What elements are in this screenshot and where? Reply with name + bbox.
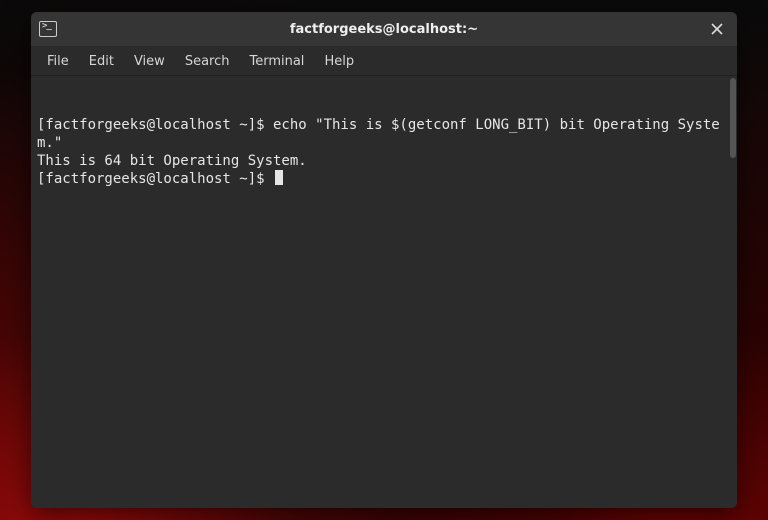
terminal-viewport[interactable]: [factforgeeks@localhost ~]$ echo "This i… [31, 76, 737, 508]
terminal-prompt-line: [factforgeeks@localhost ~]$ [37, 170, 731, 188]
menu-search[interactable]: Search [175, 50, 240, 73]
menu-view[interactable]: View [124, 50, 175, 73]
close-button[interactable] [697, 12, 737, 46]
scrollbar-thumb[interactable] [730, 78, 736, 158]
terminal-cursor [275, 170, 283, 185]
menu-file[interactable]: File [37, 50, 79, 73]
terminal-window: factforgeeks@localhost:~ File Edit View … [31, 12, 737, 508]
window-title: factforgeeks@localhost:~ [31, 22, 737, 37]
desktop-background: factforgeeks@localhost:~ File Edit View … [0, 0, 768, 520]
terminal-output-line: This is 64 bit Operating System. [37, 152, 731, 170]
menu-edit[interactable]: Edit [79, 50, 124, 73]
menu-help[interactable]: Help [314, 50, 364, 73]
terminal-prompt-line: [factforgeeks@localhost ~]$ echo "This i… [37, 116, 731, 152]
menubar: File Edit View Search Terminal Help [31, 47, 737, 76]
window-titlebar[interactable]: factforgeeks@localhost:~ [31, 12, 737, 47]
menu-terminal[interactable]: Terminal [239, 50, 314, 73]
terminal-app-icon [31, 21, 65, 37]
close-icon [711, 23, 723, 35]
scrollbar[interactable] [729, 76, 737, 508]
